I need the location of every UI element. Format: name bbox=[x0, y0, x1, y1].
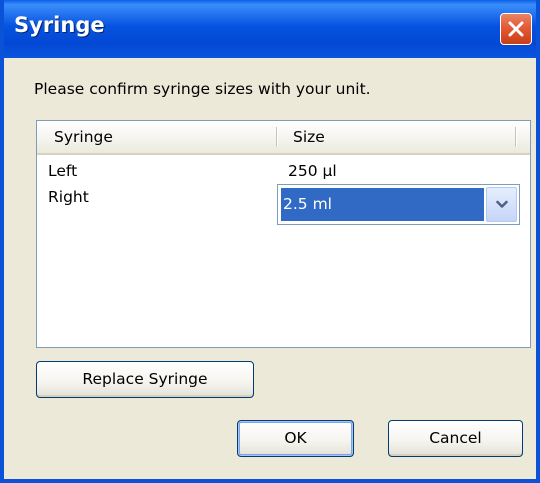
replace-syringe-button[interactable]: Replace Syringe bbox=[36, 361, 254, 398]
column-header-syringe[interactable]: Syringe bbox=[54, 128, 113, 146]
row-right-syringe[interactable]: Right bbox=[48, 188, 89, 206]
ok-button[interactable]: OK bbox=[237, 420, 354, 457]
dialog-title: Syringe bbox=[14, 13, 105, 37]
syringe-list[interactable]: Syringe Size Left 250 µl Right 2.5 ml bbox=[36, 120, 531, 348]
close-button[interactable] bbox=[500, 13, 532, 45]
cancel-button[interactable]: Cancel bbox=[388, 420, 523, 457]
syringe-dialog: Syringe Please confirm syringe sizes wit… bbox=[0, 0, 540, 483]
close-icon bbox=[508, 21, 524, 37]
row-left-syringe[interactable]: Left bbox=[48, 162, 77, 180]
title-bar[interactable]: Syringe bbox=[4, 0, 536, 58]
list-header: Syringe Size bbox=[37, 121, 530, 155]
column-header-size[interactable]: Size bbox=[293, 128, 325, 146]
size-dropdown-value[interactable]: 2.5 ml bbox=[281, 188, 484, 221]
row-left-size[interactable]: 250 µl bbox=[288, 162, 337, 180]
column-divider[interactable] bbox=[276, 127, 278, 147]
column-divider[interactable] bbox=[515, 127, 517, 147]
instruction-text: Please confirm syringe sizes with your u… bbox=[34, 80, 371, 98]
dropdown-button[interactable] bbox=[486, 187, 517, 222]
size-dropdown[interactable]: 2.5 ml bbox=[277, 184, 520, 225]
chevron-down-icon bbox=[496, 200, 508, 208]
